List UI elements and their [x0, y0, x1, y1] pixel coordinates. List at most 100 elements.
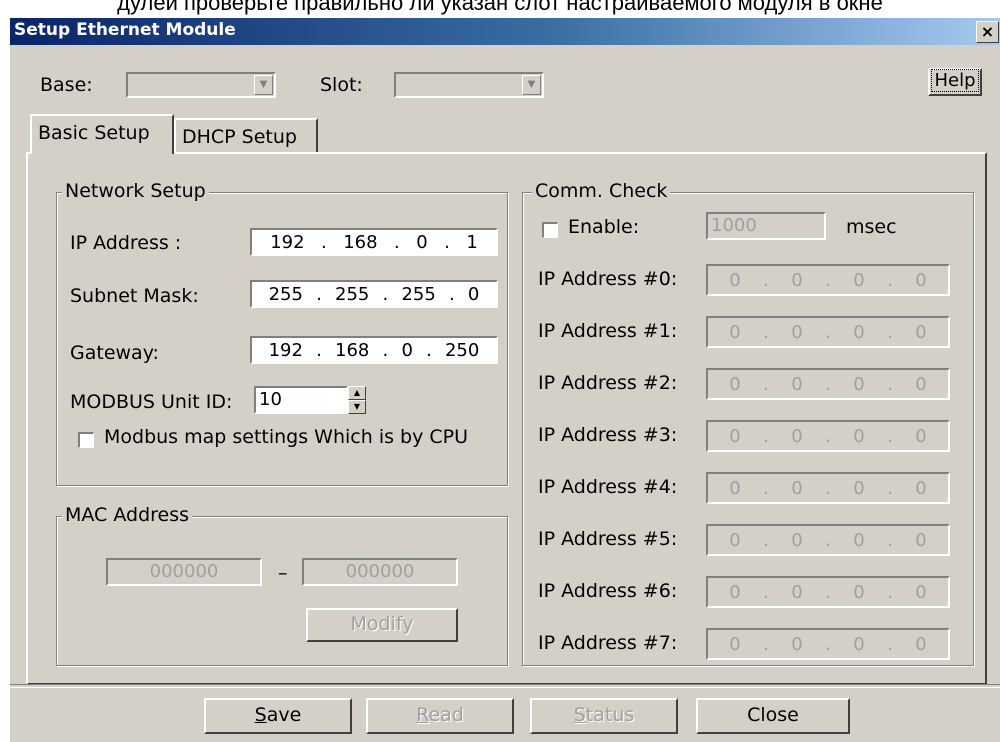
base-dropdown[interactable]: ▼ — [126, 72, 276, 98]
octet-separator: . — [763, 581, 769, 603]
ip-address-label: IP Address : — [70, 232, 182, 254]
octet-separator: . — [825, 373, 831, 395]
ip-octet: 0 — [853, 477, 865, 499]
subnet-mask-label: Subnet Mask: — [70, 285, 199, 307]
ip-octet: 0 — [915, 633, 927, 655]
tab-dhcp-setup[interactable]: DHCP Setup — [174, 118, 318, 154]
tab-basic-setup-label: Basic Setup — [38, 122, 150, 144]
save-button[interactable]: Save — [204, 698, 352, 734]
ip-octet: 0 — [915, 373, 927, 395]
mac-address-dash: – — [278, 562, 288, 584]
tab-basic-setup[interactable]: Basic Setup — [30, 114, 174, 154]
subnet-mask-field[interactable]: 255. 255. 255. 0 — [250, 280, 498, 308]
comm-ip-field: 0. 0. 0. 0 — [706, 264, 950, 296]
comm-ip-label: IP Address #5: — [538, 528, 678, 550]
octet-separator: . — [763, 529, 769, 551]
ip-octet: 0 — [729, 529, 741, 551]
ip-octet: 0 — [729, 425, 741, 447]
modbus-unit-id-stepper[interactable]: ▲ ▼ — [348, 386, 366, 414]
modbus-map-checkbox[interactable] — [78, 432, 94, 448]
chevron-down-icon[interactable]: ▼ — [522, 75, 541, 95]
octet-separator: . — [825, 269, 831, 291]
octet-separator: . — [763, 269, 769, 291]
octet-separator: . — [887, 477, 893, 499]
ip-octet: 0 — [853, 321, 865, 343]
comm-ip-field: 0. 0. 0. 0 — [706, 420, 950, 452]
modbus-unit-id-input[interactable]: 10 — [254, 386, 348, 414]
ip-octet: 0 — [416, 231, 428, 253]
octet-separator: . — [825, 321, 831, 343]
status-accel: S — [573, 704, 586, 726]
title-bar: Setup Ethernet Module × — [10, 18, 1000, 45]
comm-ip-label: IP Address #4: — [538, 476, 678, 498]
ip-octet: 0 — [915, 269, 927, 291]
octet-separator: . — [887, 529, 893, 551]
octet-separator: . — [763, 425, 769, 447]
ip-octet: 0 — [729, 373, 741, 395]
ip-octet: 0 — [853, 373, 865, 395]
ip-octet: 255 — [335, 283, 370, 305]
modbus-unit-id-label: MODBUS Unit ID: — [70, 391, 233, 413]
octet-separator: . — [887, 373, 893, 395]
help-label: Help — [931, 69, 979, 92]
status-button[interactable]: Status — [530, 698, 678, 734]
octet-separator: . — [825, 581, 831, 603]
ip-octet: 0 — [791, 477, 803, 499]
background-caption: дулей проверьте правильно ли указан слот… — [117, 0, 883, 15]
read-rest: ead — [428, 704, 464, 726]
ip-octet: 192 — [270, 231, 305, 253]
ip-octet: 168 — [335, 339, 370, 361]
close-icon[interactable]: × — [976, 21, 999, 43]
base-label: Base: — [40, 74, 93, 96]
tab-dhcp-setup-label: DHCP Setup — [182, 126, 297, 148]
comm-ip-label: IP Address #2: — [538, 372, 678, 394]
comm-ip-field: 0. 0. 0. 0 — [706, 524, 950, 556]
slot-dropdown[interactable]: ▼ — [394, 72, 544, 98]
window-title: Setup Ethernet Module — [14, 20, 236, 40]
comm-ip-field: 0. 0. 0. 0 — [706, 576, 950, 608]
ip-address-field[interactable]: 192. 168. 0. 1 — [250, 228, 498, 256]
mac-address-part2: 000000 — [302, 558, 458, 586]
help-button[interactable]: Help — [928, 68, 982, 96]
comm-ip-label: IP Address #1: — [538, 320, 678, 342]
octet-separator: . — [763, 633, 769, 655]
octet-separator: . — [825, 529, 831, 551]
mac-address-part1: 000000 — [106, 558, 262, 586]
octet-separator: . — [825, 477, 831, 499]
ip-octet: 0 — [853, 529, 865, 551]
ip-octet: 0 — [791, 269, 803, 291]
comm-ip-label: IP Address #6: — [538, 580, 678, 602]
ip-octet: 0 — [401, 339, 413, 361]
ip-octet: 0 — [791, 321, 803, 343]
enable-checkbox[interactable] — [542, 222, 558, 238]
read-button[interactable]: Read — [366, 698, 514, 734]
status-rest: tatus — [585, 704, 635, 726]
octet-separator: . — [887, 321, 893, 343]
ip-octet: 250 — [444, 339, 480, 361]
gateway-field[interactable]: 192. 168. 0. 250 — [250, 336, 498, 364]
ip-octet: 0 — [791, 373, 803, 395]
octet-separator: . — [763, 321, 769, 343]
save-accel: S — [254, 704, 267, 726]
chevron-down-icon[interactable]: ▼ — [254, 75, 273, 95]
footer-separator — [10, 684, 1000, 688]
octet-separator: . — [887, 269, 893, 291]
ip-octet: 1 — [466, 231, 478, 253]
mac-address-group — [56, 516, 508, 666]
ip-octet: 0 — [853, 633, 865, 655]
modify-button[interactable]: Modify — [306, 608, 458, 642]
ip-octet: 0 — [915, 477, 927, 499]
octet-separator: . — [763, 477, 769, 499]
modbus-map-label: Modbus map settings Which is by CPU — [104, 426, 469, 448]
gateway-label: Gateway: — [70, 342, 159, 364]
ip-octet: 0 — [853, 425, 865, 447]
ip-octet: 0 — [729, 633, 741, 655]
close-button[interactable]: Close — [696, 698, 850, 734]
slot-label: Slot: — [320, 74, 363, 96]
enable-interval-input: 1000 — [706, 212, 826, 240]
ip-octet: 168 — [343, 231, 378, 253]
stepper-up-icon[interactable]: ▲ — [348, 386, 366, 400]
ip-octet: 0 — [791, 529, 803, 551]
ip-octet: 0 — [791, 581, 803, 603]
stepper-down-icon[interactable]: ▼ — [348, 400, 366, 414]
